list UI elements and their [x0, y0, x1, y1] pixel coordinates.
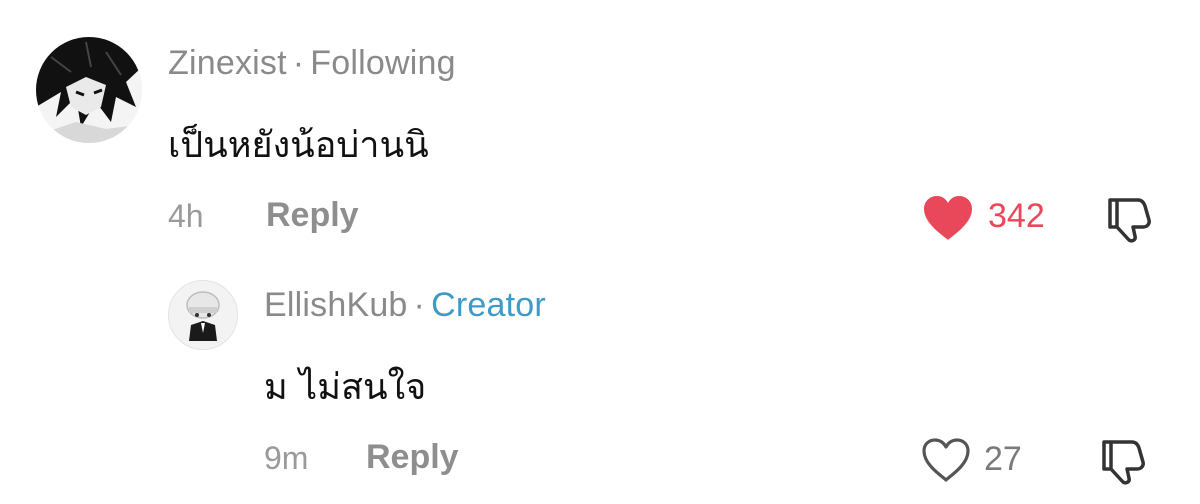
comment-header: Zinexist · Following: [168, 44, 456, 83]
comment-text: เป็นหยังน้อบ่านนิ: [168, 125, 429, 166]
avatar[interactable]: [36, 37, 142, 143]
avatar-manga-character-icon: [36, 37, 142, 143]
username[interactable]: EllishKub: [264, 286, 408, 324]
reply-button[interactable]: Reply: [266, 196, 359, 235]
reply-timestamp: 9m: [264, 440, 309, 476]
reply-text: ม ไม่สนใจ: [264, 367, 427, 408]
comment-thread: Zinexist · Following เป็นหยังน้อบ่านนิ 4h …: [0, 0, 1200, 504]
username[interactable]: Zinexist: [168, 44, 287, 82]
dislike-button[interactable]: [1104, 194, 1154, 244]
avatar-chibi-character-icon: [169, 281, 237, 349]
reply-button[interactable]: Reply: [366, 438, 459, 477]
thumbs-down-icon: [1108, 198, 1151, 243]
reply-header: EllishKub · Creator: [264, 286, 546, 325]
heart-outline-icon: [922, 438, 970, 482]
dislike-button[interactable]: [1098, 436, 1148, 486]
like-count: 342: [988, 197, 1045, 235]
creator-badge: Creator: [431, 286, 546, 324]
separator: ·: [292, 44, 305, 82]
heart-filled-icon: [924, 196, 972, 240]
comment-timestamp: 4h: [168, 198, 204, 234]
like-button[interactable]: [922, 194, 974, 242]
avatar[interactable]: [168, 280, 238, 350]
separator: ·: [413, 286, 426, 324]
like-button[interactable]: [920, 436, 972, 484]
like-count: 27: [984, 440, 1022, 478]
following-badge: Following: [310, 44, 456, 82]
thumbs-down-icon: [1102, 440, 1145, 485]
